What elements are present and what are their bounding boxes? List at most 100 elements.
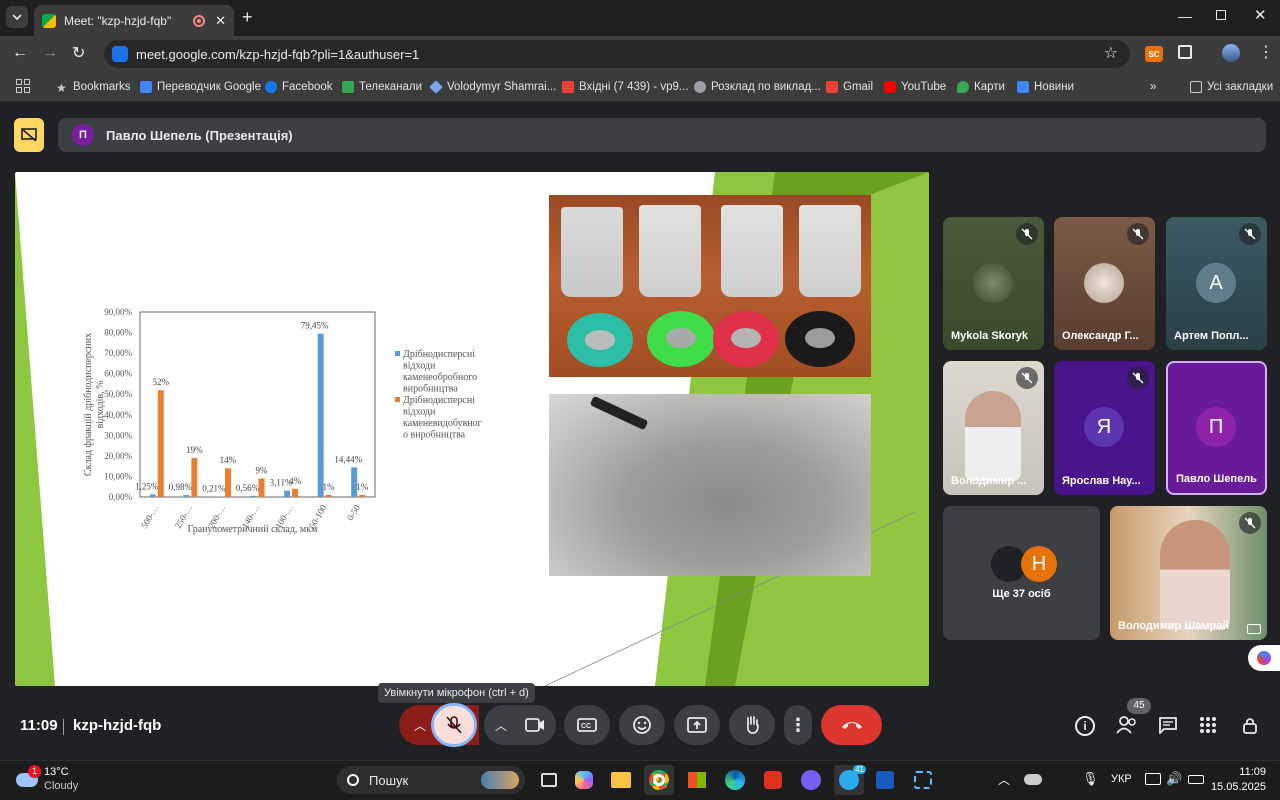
participant-tile[interactable]: Олександр Г... — [1054, 217, 1155, 350]
microsoft-store-icon[interactable] — [682, 765, 712, 795]
onedrive-icon[interactable] — [1024, 774, 1042, 785]
svg-text:CC: CC — [581, 723, 591, 730]
profile-avatar[interactable] — [1222, 44, 1240, 62]
bookmark-item[interactable]: Карти — [957, 78, 1005, 96]
participant-tile[interactable]: А Артем Попл... — [1166, 217, 1267, 350]
more-bookmarks-icon[interactable]: » — [1150, 78, 1156, 96]
close-window-button[interactable]: ✕ — [1254, 6, 1267, 24]
legend-entry: Дрібнодисперсні відходи каменевидобувног о … — [403, 395, 482, 441]
data-label: 1% — [323, 482, 336, 492]
viber-icon[interactable] — [796, 765, 826, 795]
show-hidden-icons[interactable]: ︿ — [998, 771, 1010, 788]
gemini-side-icon[interactable] — [1248, 645, 1280, 671]
bookmark-item[interactable]: Volodymyr Shamrai... — [429, 78, 556, 96]
people-icon[interactable] — [1116, 716, 1138, 734]
participant-tile[interactable]: Я Ярослав Нау... — [1054, 361, 1155, 495]
captions-button[interactable]: CC — [564, 705, 610, 745]
bookmark-item[interactable]: Facebook — [265, 78, 333, 96]
new-tab-button[interactable]: + — [242, 7, 253, 28]
host-controls-lock-icon[interactable] — [1242, 716, 1258, 734]
avatar: Н — [1021, 546, 1057, 582]
site-info-icon[interactable] — [112, 46, 128, 62]
volume-icon[interactable]: 🔊 — [1166, 771, 1182, 787]
bar-chart: 0,00% 10,00% 20,00% 30,00% 40,00% 50,00% 60,00… — [83, 307, 482, 535]
all-bookmarks[interactable]: Усі закладки — [1190, 78, 1273, 96]
pip-icon[interactable] — [1247, 624, 1261, 634]
url-field[interactable]: meet.google.com/kzp-hzjd-fqb?pli=1&authu… — [104, 40, 1130, 68]
bookmark-star-icon[interactable]: ☆ — [1104, 43, 1118, 63]
reload-icon[interactable]: ↻ — [72, 43, 85, 63]
clock-date[interactable]: 15.05.2025 — [1206, 781, 1266, 793]
avatar: А — [1196, 263, 1236, 303]
raise-hand-button[interactable] — [729, 705, 775, 745]
battery-icon[interactable] — [1188, 775, 1204, 784]
edge-icon[interactable] — [720, 765, 750, 795]
meeting-info-icon[interactable]: i — [1075, 716, 1095, 736]
bookmark-item[interactable]: YouTube — [884, 78, 946, 96]
leave-call-button[interactable] — [821, 705, 882, 745]
restore-button[interactable] — [1216, 10, 1226, 20]
menu-kebab-icon[interactable]: ⋮ — [1258, 42, 1274, 62]
bookmark-item[interactable]: Переводчик Google — [140, 78, 261, 96]
back-icon[interactable]: ← — [12, 44, 28, 62]
copilot-icon[interactable] — [569, 765, 599, 795]
participant-tile[interactable]: Володимир Шамрай — [1110, 506, 1267, 640]
hide-presentation-button[interactable] — [14, 118, 44, 152]
bookmark-item[interactable]: Розклад по виклад... — [694, 78, 821, 96]
start-windows-icon[interactable] — [302, 765, 332, 795]
forward-icon[interactable]: → — [42, 44, 58, 62]
y-tick-label: 70,00% — [104, 348, 132, 358]
data-label: 19% — [186, 445, 203, 455]
present-icon — [687, 717, 707, 733]
chrome-icon[interactable] — [644, 765, 674, 795]
weather-widget[interactable]: 1 13°C Cloudy — [14, 765, 104, 795]
presentation-off-icon — [21, 128, 37, 142]
clock-time[interactable]: 11:09 — [1226, 766, 1266, 778]
avatar: П — [1196, 407, 1236, 447]
acrobat-icon[interactable] — [758, 765, 788, 795]
news-icon — [1017, 81, 1029, 93]
activities-grid-icon[interactable] — [1200, 717, 1216, 733]
participant-video — [965, 391, 1021, 481]
network-icon[interactable] — [1145, 773, 1161, 785]
tab-search-button[interactable] — [6, 6, 28, 28]
active-tab[interactable]: Meet: "kzp-hzjd-fqb" ✕ — [34, 5, 234, 36]
chat-icon[interactable] — [1158, 716, 1178, 736]
snipping-tool-icon[interactable] — [908, 765, 938, 795]
reactions-button[interactable] — [619, 705, 665, 745]
microphone-tray-icon[interactable]: 🎙 — [1082, 771, 1099, 787]
task-view-icon[interactable] — [534, 765, 564, 795]
bookmark-item[interactable]: Новини — [1017, 78, 1074, 96]
apps-grid-icon[interactable] — [16, 79, 30, 93]
legend-entry: Дрібнодисперсні відходи каменеобробного вир… — [403, 349, 477, 395]
more-participants-tile[interactable]: Н Ще 37 осіб — [943, 506, 1100, 640]
bookmark-item[interactable]: Вхідні (7 439) - vp9... — [562, 78, 688, 96]
mic-off-icon — [1239, 512, 1261, 534]
participant-tile[interactable]: Mykola Skoryk — [943, 217, 1044, 350]
more-options-button[interactable]: ⋮ — [784, 705, 812, 745]
close-tab-icon[interactable]: ✕ — [215, 13, 226, 29]
closed-captions-icon: CC — [577, 718, 597, 732]
video-options-button[interactable]: ︿ — [484, 705, 556, 745]
present-screen-button[interactable] — [674, 705, 720, 745]
bookmark-item[interactable]: Телеканали — [342, 78, 422, 96]
participant-tile-speaking[interactable]: П Павло Шепель — [1166, 361, 1267, 495]
keyboard-language[interactable]: УКР — [1111, 773, 1132, 785]
taskbar-search[interactable]: Пошук — [337, 766, 525, 794]
bookmark-item[interactable]: ★ Bookmarks — [56, 78, 131, 96]
bar — [325, 494, 332, 497]
word-icon[interactable] — [870, 765, 900, 795]
telegram-icon[interactable]: 41 — [834, 765, 866, 795]
mic-toggle-button[interactable] — [431, 703, 477, 747]
file-explorer-icon[interactable] — [606, 765, 636, 795]
minimize-button[interactable]: — — [1178, 8, 1192, 24]
presenter-title: Павло Шепель (Презентація) — [106, 127, 293, 143]
bookmark-item[interactable]: Gmail — [826, 78, 873, 96]
bar — [284, 490, 291, 497]
extensions-puzzle-icon[interactable] — [1178, 45, 1192, 59]
y-tick-label: 80,00% — [104, 328, 132, 338]
x-tick-label: 500-… — [139, 503, 160, 530]
participant-name: Артем Попл... — [1174, 330, 1249, 342]
participant-tile[interactable]: Володимир ... — [943, 361, 1044, 495]
extension-sc-icon[interactable]: SC — [1145, 46, 1163, 62]
